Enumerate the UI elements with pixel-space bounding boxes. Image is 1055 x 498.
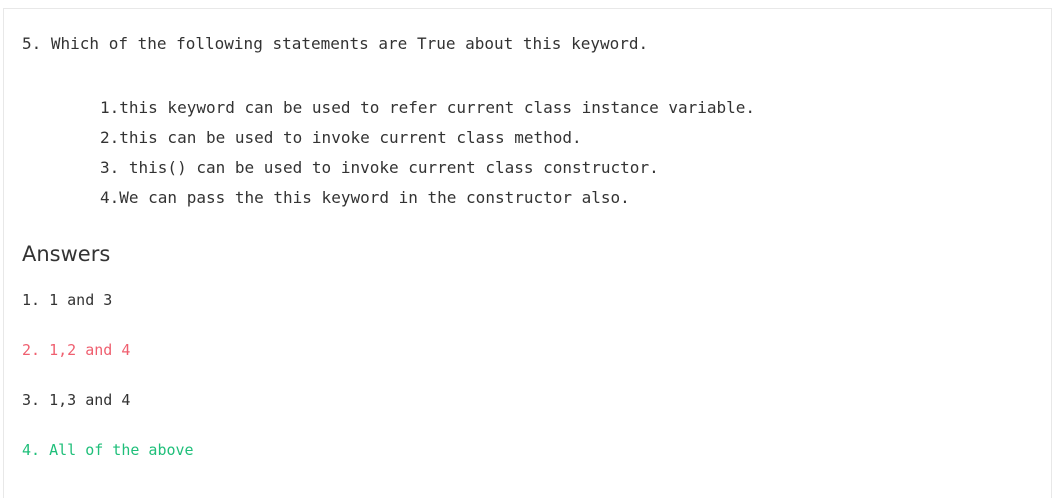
- statement-item: 4.We can pass the this keyword in the co…: [100, 188, 630, 207]
- answers-heading: Answers: [22, 242, 111, 266]
- answer-option-1[interactable]: 1. 1 and 3: [22, 291, 112, 309]
- statement-item: 2.this can be used to invoke current cla…: [100, 128, 582, 147]
- statement-list: 1.this keyword can be used to refer curr…: [100, 93, 755, 213]
- answer-option-4[interactable]: 4. All of the above: [22, 441, 194, 459]
- answer-option-2[interactable]: 2. 1,2 and 4: [22, 341, 130, 359]
- question-card: 5. Which of the following statements are…: [3, 8, 1052, 498]
- statement-item: 1.this keyword can be used to refer curr…: [100, 98, 756, 117]
- question-text: 5. Which of the following statements are…: [22, 34, 649, 53]
- answer-option-3[interactable]: 3. 1,3 and 4: [22, 391, 130, 409]
- statement-item: 3. this() can be used to invoke current …: [100, 158, 659, 177]
